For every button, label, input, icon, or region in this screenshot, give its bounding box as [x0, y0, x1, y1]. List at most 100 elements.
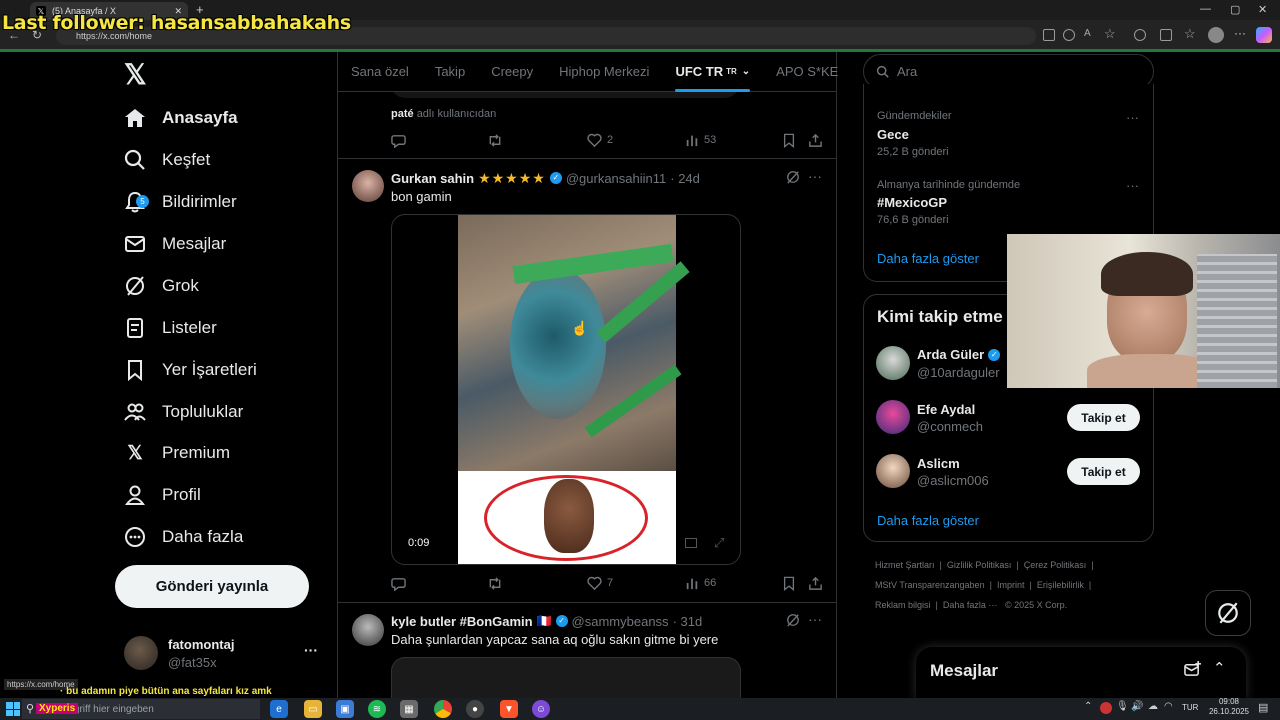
reply-icon[interactable]	[391, 576, 406, 591]
footer-link[interactable]: Imprint	[997, 580, 1025, 590]
collections-icon[interactable]	[1160, 29, 1172, 41]
follow-avatar[interactable]	[876, 346, 910, 380]
follow-avatar[interactable]	[876, 400, 910, 434]
maximize-icon[interactable]: ▢	[1230, 3, 1240, 16]
language-indicator[interactable]: TUR	[1182, 703, 1198, 712]
browser-menu-icon[interactable]: ···	[1234, 26, 1246, 40]
nav-item-notifications[interactable]: 5 Bildirimler	[124, 182, 237, 222]
tweet-time[interactable]: · 24d	[670, 171, 700, 186]
tweet-author-name[interactable]: Gurkan sahin	[391, 171, 474, 186]
views-button[interactable]: 53	[685, 133, 716, 147]
follow-button[interactable]: Takip et	[1067, 458, 1140, 485]
tweet-avatar[interactable]	[352, 170, 384, 202]
network-icon[interactable]: ☁	[1148, 701, 1158, 712]
follow-name[interactable]: Aslicm	[917, 456, 960, 471]
calculator-icon[interactable]: ▦	[400, 700, 418, 718]
follow-name[interactable]: Efe Aydal	[917, 402, 975, 417]
nav-item-messages[interactable]: Mesajlar	[124, 224, 226, 264]
start-icon[interactable]	[6, 702, 20, 716]
read-aloud-icon[interactable]: A	[1084, 28, 1091, 39]
retweet-icon[interactable]	[487, 576, 503, 591]
trend-more-icon[interactable]: ···	[1126, 110, 1139, 125]
follow-name[interactable]: Arda Güler	[917, 347, 984, 362]
expand-drawer-icon[interactable]: ⌃	[1213, 659, 1226, 677]
tweet-video[interactable]: 0:09 ⤢	[391, 214, 741, 565]
tab-creepy[interactable]: Creepy	[478, 52, 546, 92]
search-input[interactable]: Ara	[897, 64, 917, 79]
trend-topic[interactable]: #MexicoGP	[877, 195, 947, 210]
tray-overflow-icon[interactable]: ⌃	[1084, 701, 1092, 712]
follow-avatar[interactable]	[876, 454, 910, 488]
nav-item-home[interactable]: Anasayfa	[124, 98, 238, 138]
post-button[interactable]: Gönderi yayınla	[115, 565, 309, 608]
browser-profile-avatar[interactable]	[1208, 27, 1224, 43]
wifi-icon[interactable]: ◠	[1164, 701, 1173, 712]
tray-app-icon[interactable]	[1100, 702, 1112, 714]
chrome-icon[interactable]	[434, 700, 452, 718]
trends-show-more[interactable]: Daha fazla göster	[877, 251, 979, 266]
tab-following[interactable]: Takip	[422, 52, 478, 92]
fullscreen-icon[interactable]: ⤢	[714, 535, 724, 551]
tab-apo[interactable]: APO S*KE	[763, 52, 851, 92]
tweet-more-icon[interactable]: ···	[808, 611, 822, 627]
views-button[interactable]: 66	[685, 576, 716, 590]
footer-link[interactable]: Çerez Politikası	[1024, 560, 1087, 570]
clock[interactable]: 09:08 26.10.2025	[1204, 697, 1254, 717]
share-icon[interactable]	[808, 576, 823, 591]
grok-floating-button[interactable]	[1205, 590, 1251, 636]
microphone-icon[interactable]: 🎙	[1116, 701, 1129, 712]
tweet-author-handle[interactable]: @gurkansahiin11	[566, 171, 666, 186]
nav-item-communities[interactable]: Topluluklar	[124, 392, 243, 432]
window-close-icon[interactable]: ✕	[1258, 3, 1267, 16]
footer-link[interactable]: MStV Transparenzangaben	[875, 580, 985, 590]
store-icon[interactable]: ▣	[336, 700, 354, 718]
tweet-author-handle[interactable]: @sammybeanss	[572, 614, 669, 629]
follow-show-more[interactable]: Daha fazla göster	[877, 513, 979, 528]
messages-drawer[interactable]: Mesajlar ⌃	[916, 647, 1246, 700]
retweet-icon[interactable]	[487, 133, 503, 148]
zoom-icon[interactable]	[1063, 29, 1075, 41]
grok-explain-icon[interactable]	[786, 170, 800, 187]
nav-item-lists[interactable]: Listeler	[124, 308, 217, 348]
share-icon[interactable]	[808, 133, 823, 148]
volume-icon[interactable]: 🔊	[1131, 701, 1143, 712]
nav-item-more[interactable]: Daha fazla	[124, 517, 243, 557]
trend-more-icon[interactable]: ···	[1126, 178, 1139, 193]
tab-hiphop[interactable]: Hiphop Merkezi	[546, 52, 662, 92]
tweet-more-icon[interactable]: ···	[808, 168, 822, 184]
footer-link[interactable]: Erişilebilirlik	[1037, 580, 1084, 590]
spotify-icon[interactable]: ≋	[368, 700, 386, 718]
x-logo-icon[interactable]: 𝕏	[124, 58, 147, 91]
like-button[interactable]: 7	[587, 576, 613, 591]
file-explorer-icon[interactable]: ▭	[304, 700, 322, 718]
footer-link[interactable]: Hizmet Şartları	[875, 560, 935, 570]
footer-link[interactable]: Gizlilik Politikası	[947, 560, 1012, 570]
tweet-avatar[interactable]	[352, 614, 384, 646]
pip-icon[interactable]	[685, 538, 697, 548]
chevron-down-icon[interactable]: ⌄	[742, 66, 750, 77]
obs-icon[interactable]: ●	[466, 700, 484, 718]
nav-item-profile[interactable]: Profil	[124, 475, 201, 515]
notification-center-icon[interactable]: ▤	[1258, 701, 1268, 714]
tweet-time[interactable]: · 31d	[673, 614, 703, 629]
follow-button[interactable]: Takip et	[1067, 404, 1140, 431]
reader-icon[interactable]	[1043, 29, 1055, 41]
trend-topic[interactable]: Gece	[877, 127, 909, 142]
brave-icon[interactable]: ▼	[500, 700, 518, 718]
nav-item-premium[interactable]: 𝕏 Premium	[124, 433, 230, 473]
new-message-icon[interactable]	[1184, 661, 1201, 683]
account-more-icon[interactable]: ···	[304, 642, 318, 658]
favorites-icon[interactable]: ☆	[1184, 26, 1196, 42]
favorite-star-icon[interactable]: ☆	[1104, 26, 1116, 42]
nav-item-grok[interactable]: Grok	[124, 266, 199, 306]
discord-icon[interactable]: ☺	[532, 700, 550, 718]
footer-link[interactable]: Reklam bilgisi	[875, 600, 931, 610]
tweet-author-name[interactable]: kyle butler #BonGamin	[391, 614, 533, 629]
bookmark-tweet-icon[interactable]	[782, 133, 796, 148]
grok-explain-icon[interactable]	[786, 613, 800, 632]
nav-item-explore[interactable]: Keşfet	[124, 140, 210, 180]
tab-for-you[interactable]: Sana özel	[338, 52, 422, 92]
like-button[interactable]: 2	[587, 133, 613, 148]
nav-item-bookmarks[interactable]: Yer İşaretleri	[124, 350, 257, 390]
extensions-icon[interactable]	[1134, 29, 1146, 41]
